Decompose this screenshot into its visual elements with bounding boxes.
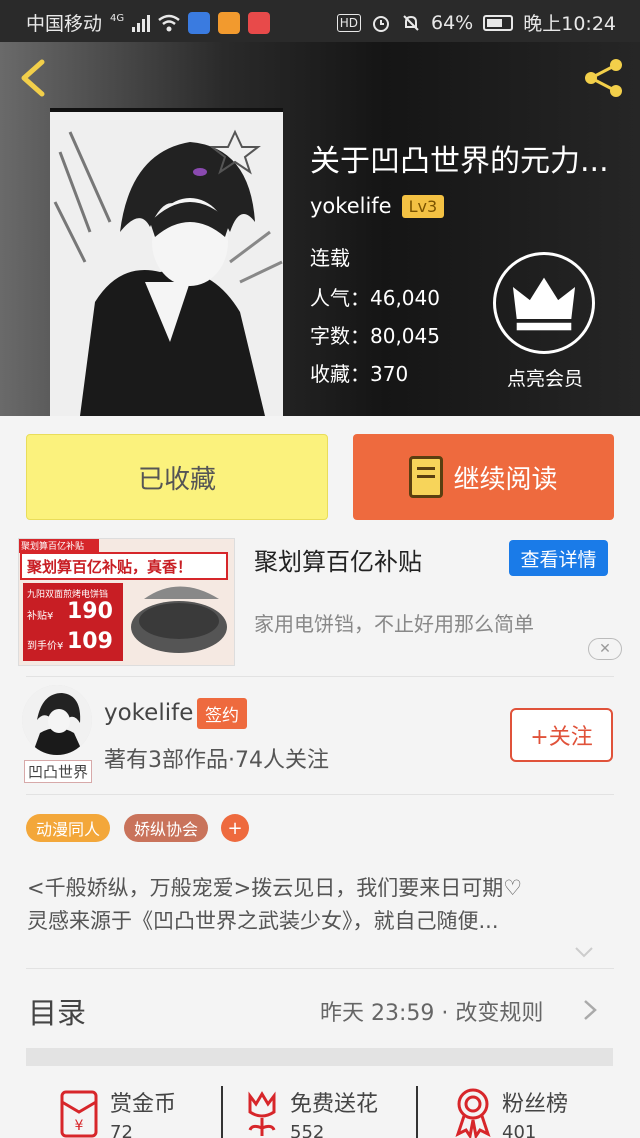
- alarm-icon: [373, 15, 389, 32]
- wifi-icon: [158, 14, 180, 31]
- divider: [26, 676, 614, 677]
- toc-progress-bar: [26, 1048, 613, 1066]
- stat-separator: [416, 1086, 418, 1138]
- avatar-tag: 凹凸世界: [24, 760, 93, 783]
- coin-reward-label: 赏金币: [110, 1092, 177, 1117]
- battery-icon: [483, 14, 514, 31]
- chevron-down-icon[interactable]: [574, 942, 594, 962]
- word-count-stat: 字数：80,045: [310, 324, 440, 348]
- book-title: 关于凹凸世界的元力...: [310, 144, 609, 179]
- chevron-right-icon[interactable]: [582, 998, 598, 1022]
- ad-subsidy-value: 190: [67, 599, 113, 624]
- shop-app-icon: [248, 11, 271, 34]
- divider: [26, 794, 614, 795]
- free-flower-label: 免费送花: [290, 1092, 379, 1117]
- back-arrow-icon[interactable]: [14, 56, 54, 100]
- toc-update-info[interactable]: 昨天 23:59 · 改变规则: [320, 995, 543, 1027]
- fan-ranking-value: 401: [502, 1122, 537, 1138]
- tag-pampered-club[interactable]: 娇纵协会: [124, 814, 209, 842]
- continue-reading-button[interactable]: 继续阅读: [353, 434, 614, 520]
- carrier-label: 中国移动: [26, 13, 103, 35]
- ad-banner-header: 聚划算百亿补贴: [21, 542, 85, 552]
- book-icon: [409, 456, 444, 498]
- ad-title[interactable]: 聚划算百亿补贴: [254, 542, 422, 577]
- hd-icon: HD: [336, 13, 361, 32]
- level-badge: Lv3: [401, 194, 445, 218]
- fan-ranking-stat[interactable]: 粉丝榜 401: [452, 1086, 568, 1138]
- popularity-stat: 人气：46,040: [310, 286, 440, 310]
- red-envelope-icon: ¥: [60, 1090, 98, 1138]
- favorited-button[interactable]: 已收藏: [26, 434, 328, 520]
- synopsis-line-1: <千般娇纵，万般宠爱>拨云见日，我们要来日可期♡: [27, 876, 523, 900]
- status-right: HD 64% 晚上10:24: [336, 9, 616, 36]
- serial-status: 连载: [310, 246, 350, 270]
- ad-subsidy-label: 补贴¥: [27, 611, 54, 622]
- ad-price-label: 到手价¥: [27, 641, 64, 652]
- medal-icon: [455, 1088, 491, 1138]
- synopsis-line-2: 灵感来源于《凹凸世界之武装少女》，就自己随便...: [27, 909, 499, 933]
- stat-separator: [221, 1086, 223, 1138]
- battery-percent: 64%: [431, 11, 474, 34]
- ad-description: 家用电饼铛，不止好用那么简单: [254, 612, 534, 636]
- status-bar: 中国移动 4G HD 64% 晚上10:24: [0, 0, 640, 42]
- clock: 晚上10:24: [523, 13, 616, 35]
- ad-banner-image[interactable]: 聚划算百亿补贴 聚划算百亿补贴，真香！ 九阳双面煎烤电饼铛 补贴¥ 190 到手…: [18, 538, 235, 666]
- favorited-label: 已收藏: [137, 464, 216, 495]
- continue-label: 继续阅读: [453, 464, 558, 495]
- author-card-name[interactable]: yokelife: [104, 700, 193, 726]
- follow-button[interactable]: +关注: [510, 708, 613, 762]
- cover-illustration: [50, 112, 283, 416]
- svg-text:¥: ¥: [75, 1118, 84, 1134]
- status-left: 中国移动 4G: [26, 9, 271, 36]
- coin-reward-stat[interactable]: ¥ 赏金币 72: [58, 1086, 176, 1138]
- ad-banner-slogan: 聚划算百亿补贴，真香！: [27, 558, 193, 576]
- share-icon[interactable]: [582, 56, 626, 100]
- coin-reward-value: 72: [110, 1122, 133, 1138]
- flower-icon: [248, 1091, 276, 1136]
- crown-member-icon[interactable]: [493, 252, 595, 354]
- tag-anime-fanfic[interactable]: 动漫同人: [26, 814, 111, 842]
- baidu-app-icon: [188, 11, 211, 34]
- author-info: 著有3部作品·74人关注: [104, 748, 329, 773]
- mute-icon: [403, 14, 419, 31]
- ad-price-value: 109: [67, 629, 113, 654]
- ad-details-button[interactable]: 查看详情: [509, 540, 608, 576]
- toc-title[interactable]: 目录: [28, 990, 86, 1032]
- video-app-icon: [218, 11, 241, 34]
- author-row[interactable]: yokelife Lv3: [310, 194, 445, 218]
- book-header: 关于凹凸世界的元力... yokelife Lv3 连载 人气：46,040 字…: [0, 42, 640, 416]
- book-cover[interactable]: [50, 108, 283, 416]
- signal-icon: [132, 14, 151, 32]
- signed-badge: 签约: [197, 698, 247, 729]
- fan-ranking-label: 粉丝榜: [502, 1092, 569, 1117]
- author-name[interactable]: yokelife: [310, 194, 392, 218]
- divider: [26, 968, 614, 969]
- network-label: 4G: [110, 13, 125, 24]
- author-avatar[interactable]: [22, 685, 92, 755]
- free-flower-stat[interactable]: 免费送花 552: [242, 1086, 378, 1138]
- add-tag-button[interactable]: +: [221, 814, 249, 842]
- ad-close-icon[interactable]: ✕: [588, 638, 622, 660]
- favorites-stat: 收藏：370: [310, 362, 409, 386]
- avatar-illustration: [22, 685, 92, 755]
- free-flower-value: 552: [290, 1122, 325, 1138]
- member-label[interactable]: 点亮会员: [495, 364, 595, 391]
